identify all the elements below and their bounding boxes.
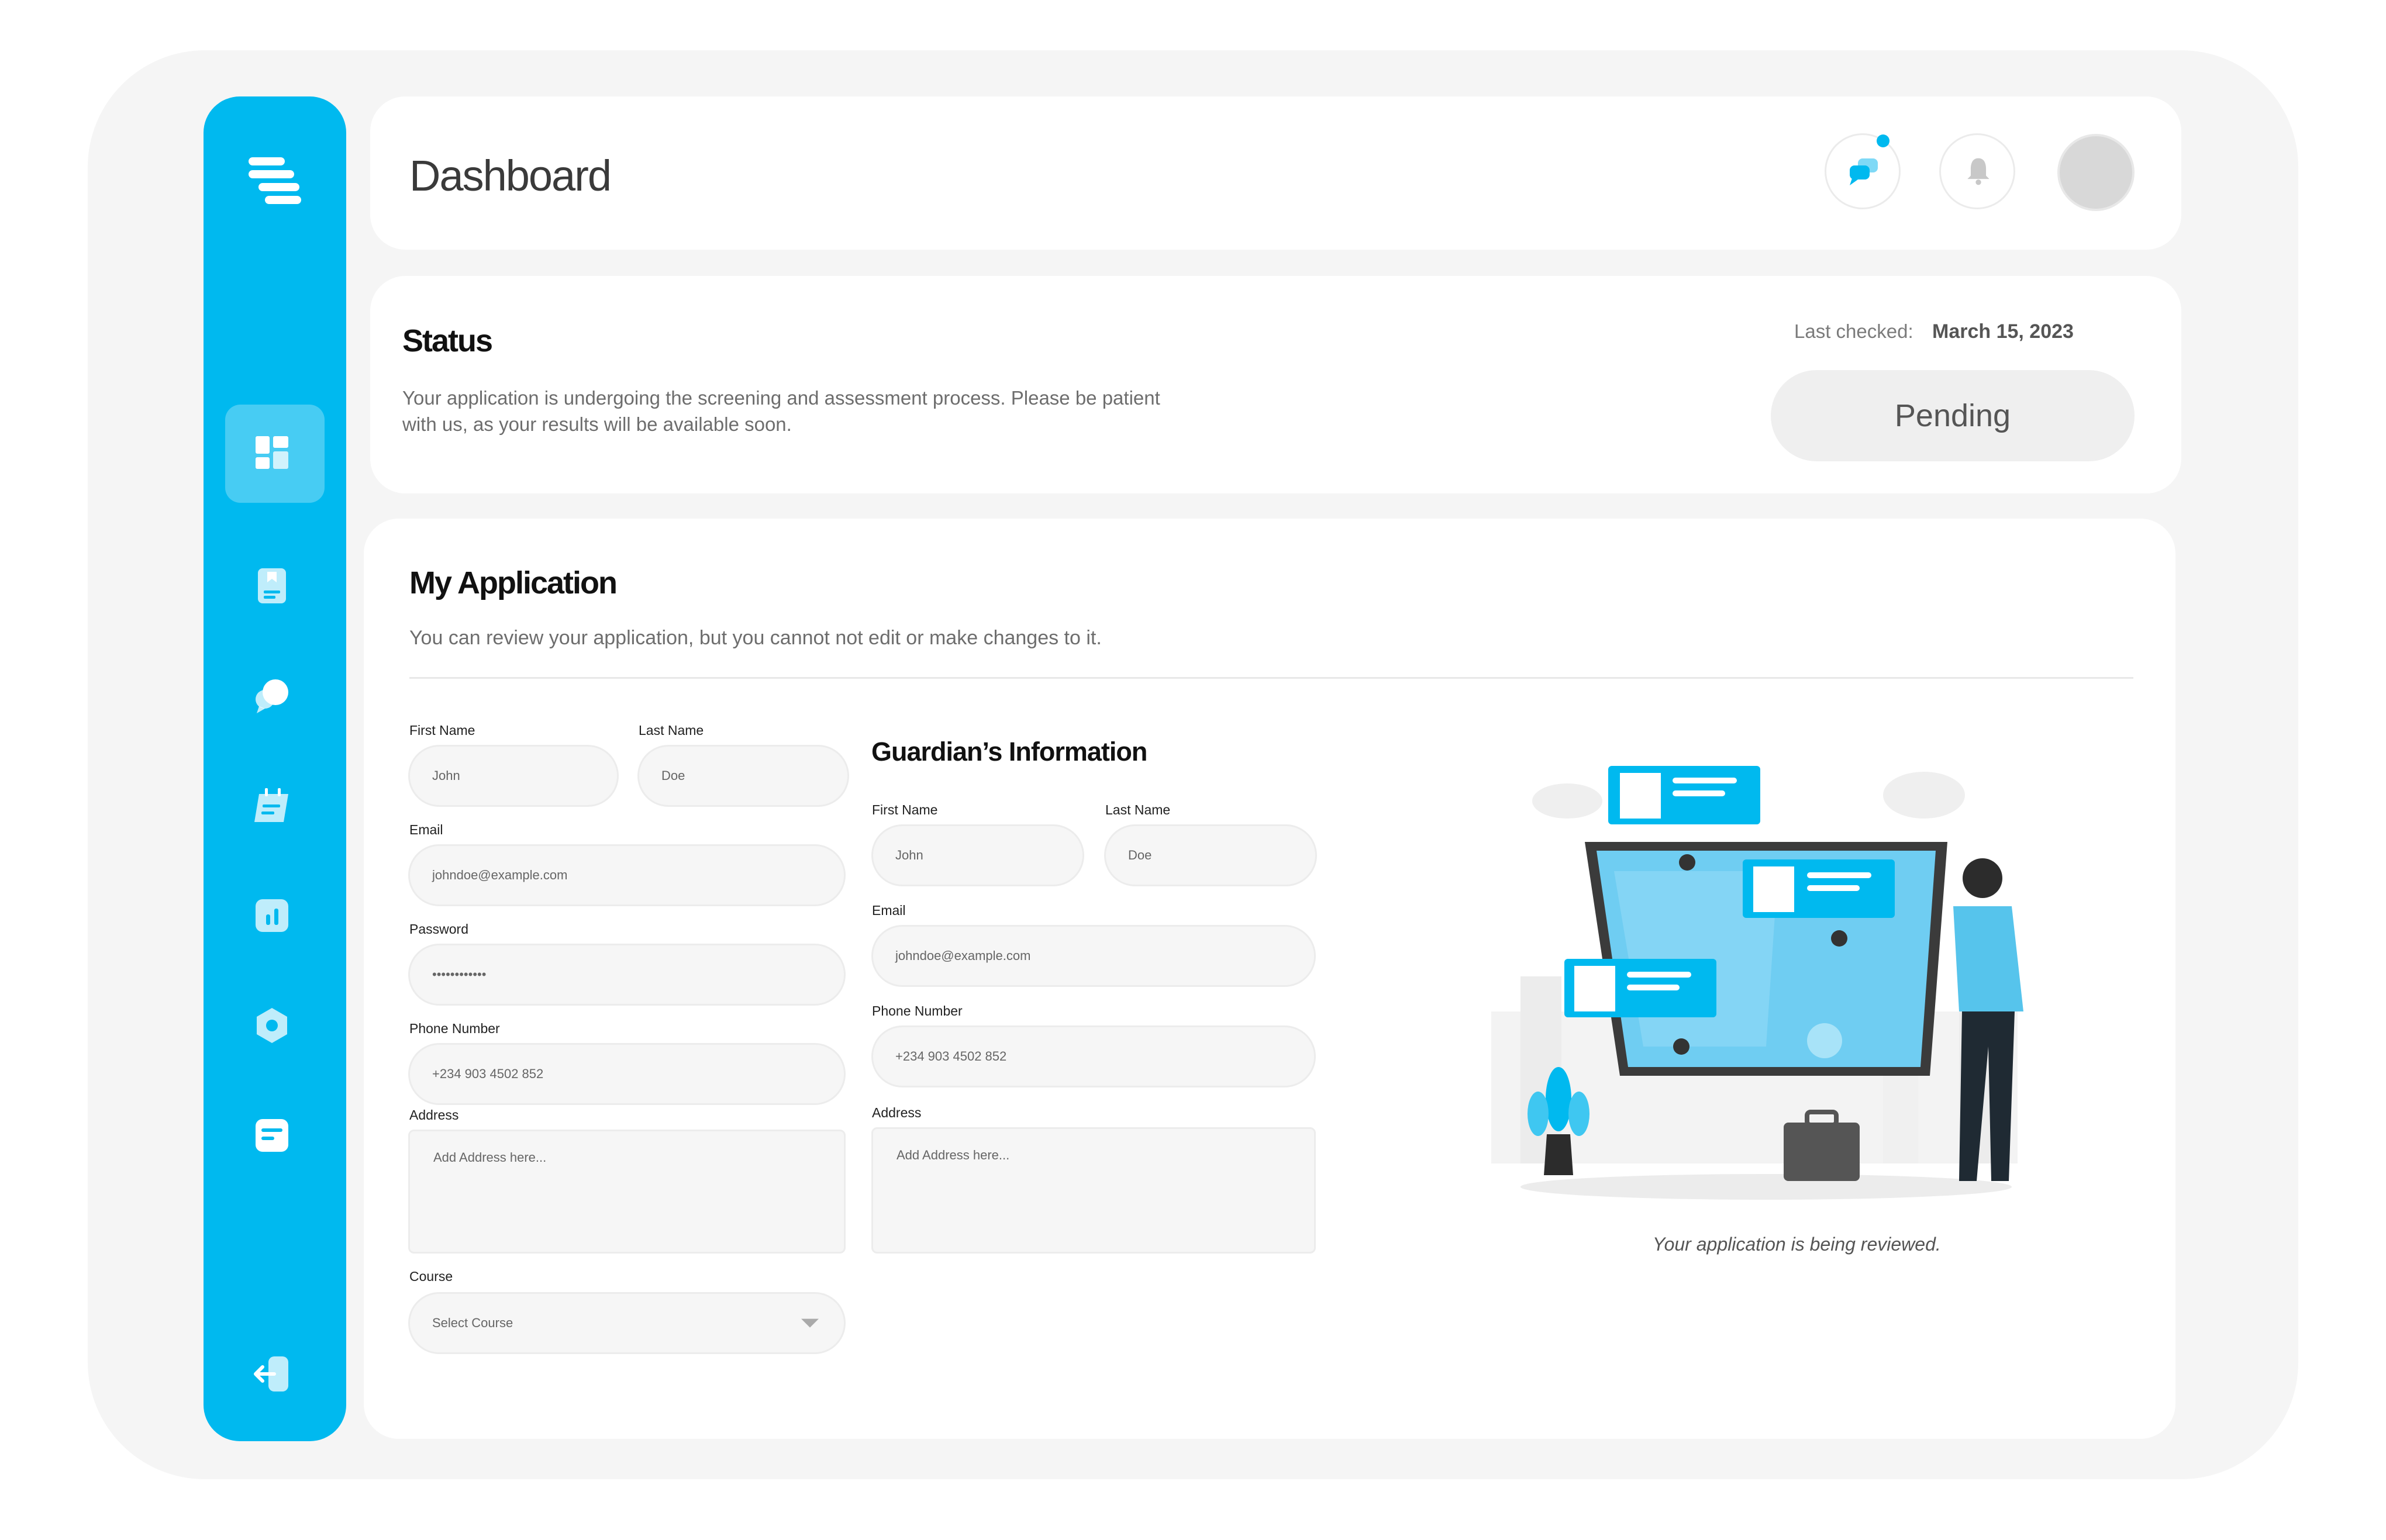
avatar[interactable]	[2057, 134, 2135, 211]
bell-icon	[1967, 158, 1990, 185]
first-name-label: First Name	[409, 723, 475, 738]
course-select-value: Select Course	[432, 1315, 513, 1330]
calendar-icon[interactable]	[253, 787, 291, 824]
guardian-first-name-field[interactable]: John	[871, 824, 1084, 886]
page-title: Dashboard	[409, 151, 612, 200]
document-icon[interactable]	[253, 567, 291, 605]
password-label: Password	[409, 921, 468, 937]
header-card	[370, 96, 2181, 250]
course-select[interactable]: Select Course	[408, 1292, 846, 1354]
last-checked-date: March 15, 2023	[1932, 320, 2074, 343]
phone-field[interactable]: +234 903 4502 852	[408, 1043, 846, 1105]
course-label: Course	[409, 1269, 453, 1284]
guardian-email-field[interactable]: johndoe@example.com	[871, 925, 1316, 987]
settings-hexagon-icon[interactable]	[253, 1007, 291, 1044]
guardian-address-textarea[interactable]: Add Address here...	[871, 1127, 1316, 1254]
dashboard-icon	[256, 436, 288, 469]
email-label: Email	[409, 822, 443, 837]
chart-icon[interactable]	[253, 897, 291, 934]
messages-icon	[1850, 158, 1878, 185]
guardian-address-label: Address	[872, 1105, 922, 1120]
chat-icon[interactable]	[253, 677, 291, 714]
sidebar	[204, 96, 346, 1441]
address-textarea[interactable]: Add Address here...	[408, 1130, 846, 1254]
guardian-title: Guardian’s Information	[871, 737, 1147, 766]
status-badge: Pending	[1771, 370, 2135, 461]
guardian-phone-label: Phone Number	[872, 1003, 963, 1018]
last-name-label: Last Name	[639, 723, 704, 738]
list-icon[interactable]	[253, 1117, 291, 1154]
guardian-first-name-label: First Name	[872, 802, 938, 817]
logout-icon[interactable]	[253, 1355, 291, 1393]
application-description: You can review your application, but you…	[409, 627, 1102, 649]
application-title: My Application	[409, 565, 618, 600]
last-name-field[interactable]: Doe	[637, 745, 849, 807]
notification-dot	[1877, 134, 1890, 147]
first-name-field[interactable]: John	[408, 745, 619, 807]
review-illustration	[1491, 766, 2023, 1200]
guardian-last-name-label: Last Name	[1105, 802, 1171, 817]
messages-button[interactable]	[1825, 133, 1901, 209]
phone-label: Phone Number	[409, 1021, 500, 1036]
status-description: Your application is undergoing the scree…	[402, 387, 1160, 435]
guardian-last-name-field[interactable]: Doe	[1104, 824, 1317, 886]
status-title: Status	[402, 323, 493, 358]
illustration-caption: Your application is being reviewed.	[1653, 1234, 1941, 1255]
password-field[interactable]: ••••••••••••	[408, 944, 846, 1006]
stack-logo-icon[interactable]	[246, 155, 304, 208]
guardian-email-label: Email	[872, 903, 906, 918]
email-field[interactable]: johndoe@example.com	[408, 844, 846, 906]
chevron-down-icon	[801, 1318, 819, 1328]
address-label: Address	[409, 1107, 459, 1123]
last-checked-label: Last checked:	[1794, 320, 1913, 342]
divider	[409, 677, 2133, 679]
notifications-button[interactable]	[1939, 133, 2015, 209]
guardian-phone-field[interactable]: +234 903 4502 852	[871, 1025, 1316, 1087]
